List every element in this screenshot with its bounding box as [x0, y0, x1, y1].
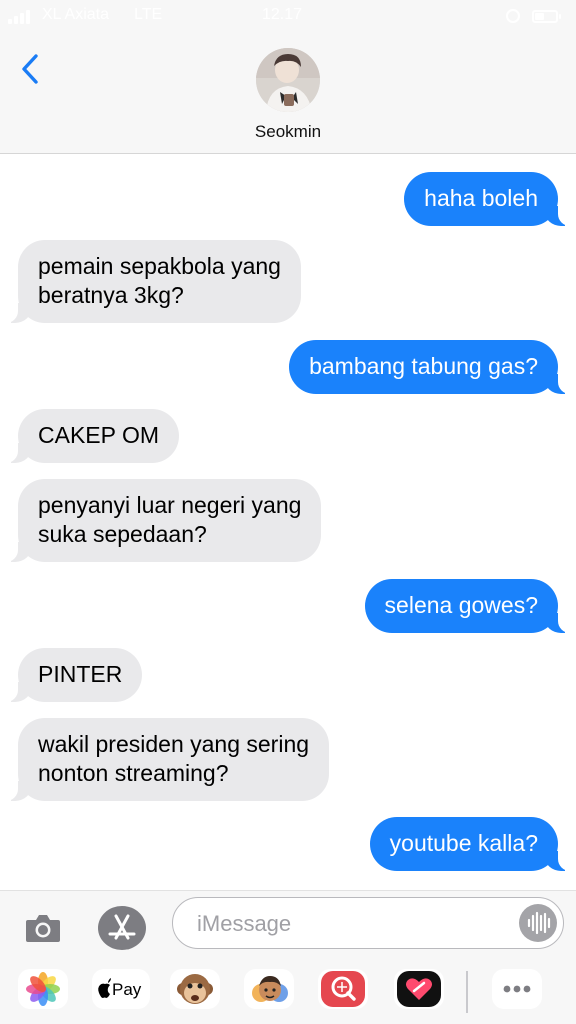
app-store-icon — [98, 906, 146, 950]
photos-icon — [26, 972, 60, 1006]
message-text: suka sepedaan? — [38, 521, 207, 547]
message-input-field[interactable] — [172, 897, 564, 949]
more-icon — [503, 985, 531, 993]
memoji-icon — [252, 976, 288, 1002]
composer-bar: Pay — [0, 890, 576, 1024]
contact-avatar[interactable] — [256, 48, 320, 112]
app-store-button[interactable] — [97, 905, 147, 951]
more-apps-button[interactable] — [492, 969, 542, 1009]
drawer-divider — [466, 971, 468, 1013]
image-search-button[interactable] — [318, 969, 368, 1009]
message-bubble-incoming[interactable]: pemain sepakbola yang beratnya 3kg? — [0, 240, 301, 323]
digital-touch-icon — [397, 971, 441, 1007]
message-text: bambang tabung gas? — [309, 353, 538, 379]
message-text: pemain sepakbola yang — [38, 253, 281, 279]
memoji-button[interactable] — [244, 969, 294, 1009]
status-time: 12.17 — [262, 6, 303, 23]
message-input[interactable] — [197, 908, 507, 940]
apple-pay-label: Pay — [112, 980, 142, 999]
signal-strength-icon — [8, 10, 36, 24]
message-text: PINTER — [38, 661, 123, 687]
digital-touch-button[interactable] — [394, 969, 444, 1009]
conversation-header: XL Axiata LTE 12.17 Seokmin — [0, 0, 576, 154]
message-bubble-incoming[interactable]: penyanyi luar negeri yang suka sepedaan? — [0, 479, 322, 562]
network-type: LTE — [134, 6, 163, 23]
message-text: youtube kalla? — [389, 830, 538, 856]
apple-pay-button[interactable]: Pay — [92, 969, 150, 1009]
message-bubble-outgoing[interactable]: bambang tabung gas? — [289, 340, 576, 394]
app-drawer: Pay — [0, 967, 576, 1019]
rotation-lock-icon — [506, 9, 520, 23]
message-text: nonton streaming? — [38, 760, 229, 786]
animoji-monkey-button[interactable] — [170, 969, 220, 1009]
status-bar: XL Axiata LTE 12.17 — [0, 6, 576, 28]
camera-button[interactable] — [22, 907, 64, 949]
message-text: CAKEP OM — [38, 422, 159, 448]
chevron-left-icon — [22, 54, 38, 84]
photos-app-button[interactable] — [18, 969, 68, 1009]
camera-icon — [26, 915, 60, 942]
message-text: beratnya 3kg? — [38, 282, 184, 308]
message-text: haha boleh — [424, 185, 538, 211]
message-bubble-incoming[interactable]: wakil presiden yang sering nonton stream… — [0, 718, 330, 801]
message-text: penyanyi luar negeri yang — [38, 492, 302, 518]
avatar-photo — [256, 48, 320, 112]
message-thread: haha boleh pemain sepakbola yang beratny… — [0, 155, 576, 890]
image-search-icon — [321, 971, 365, 1007]
message-bubble-outgoing[interactable]: selena gowes? — [364, 579, 576, 633]
message-bubble-incoming[interactable]: PINTER — [0, 648, 143, 702]
contact-name[interactable]: Seokmin — [188, 122, 388, 142]
audio-message-button[interactable] — [519, 904, 557, 942]
message-text: selena gowes? — [384, 592, 538, 618]
waveform-icon — [527, 911, 551, 935]
message-text: wakil presiden yang sering — [38, 731, 310, 757]
back-button[interactable] — [14, 50, 48, 90]
message-bubble-outgoing[interactable]: haha boleh — [404, 172, 576, 226]
monkey-animoji-icon — [177, 974, 213, 1004]
message-bubble-incoming[interactable]: CAKEP OM — [0, 409, 179, 463]
carrier-name: XL Axiata — [42, 6, 110, 23]
battery-icon — [532, 10, 561, 23]
message-bubble-outgoing[interactable]: youtube kalla? — [369, 817, 576, 871]
